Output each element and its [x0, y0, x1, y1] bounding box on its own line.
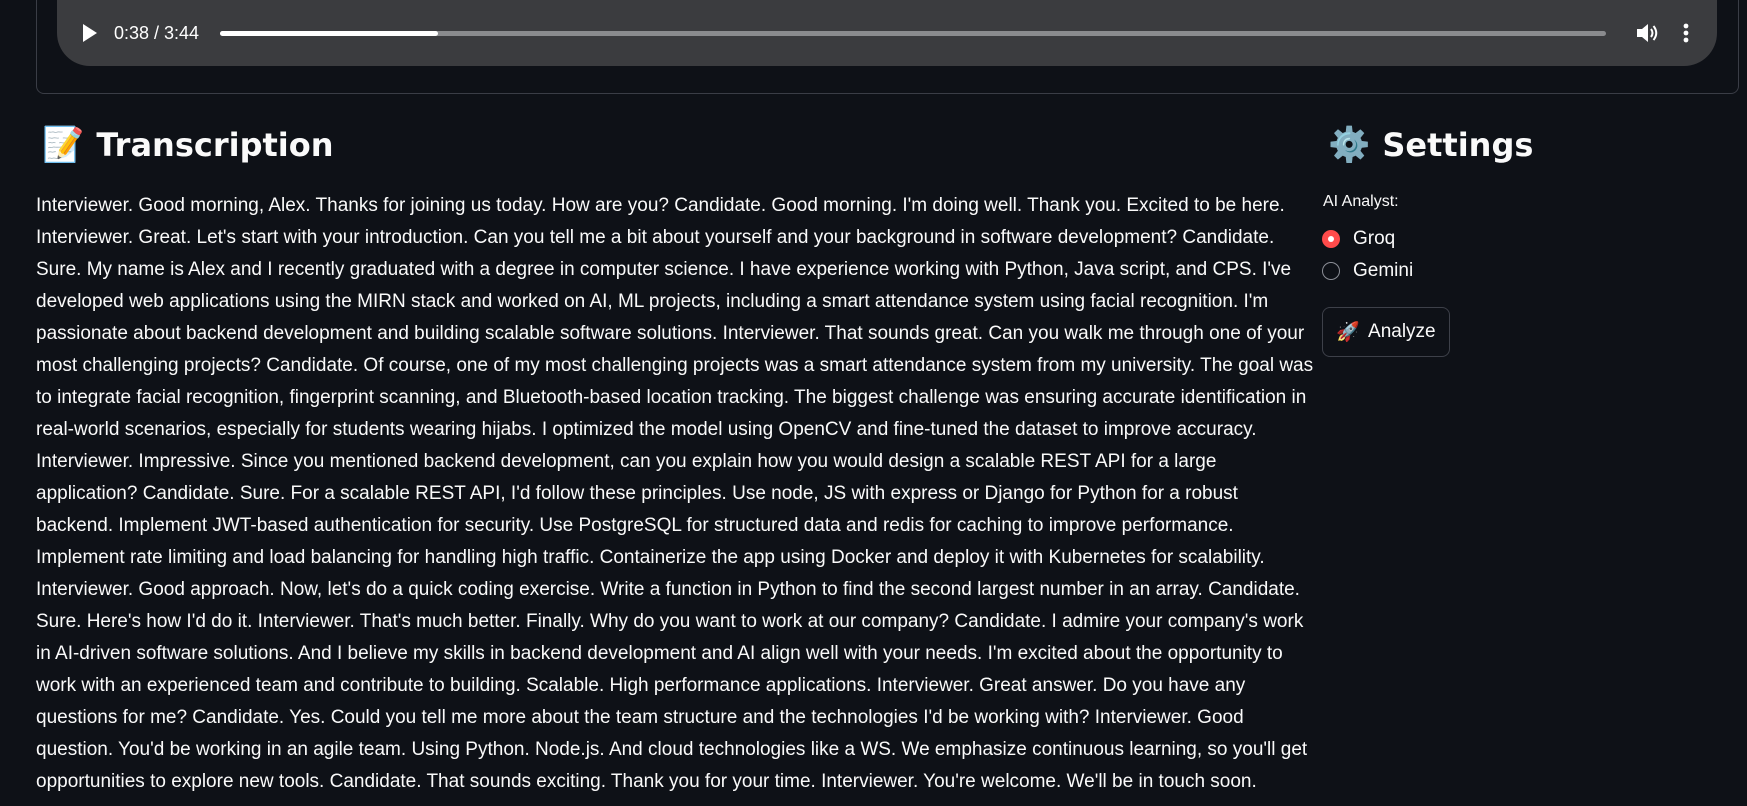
settings-title: Settings [1382, 126, 1534, 164]
analyze-button-label: Analyze [1368, 321, 1436, 342]
seek-bar[interactable] [220, 31, 1606, 36]
analyze-button[interactable]: 🚀 Analyze [1322, 307, 1450, 357]
volume-icon[interactable] [1634, 21, 1660, 45]
radio-unchecked-icon [1322, 262, 1340, 280]
ai-analyst-label: AI Analyst: [1323, 193, 1399, 210]
seek-progress [220, 31, 438, 36]
audio-player: 0:38 / 3:44 [57, 0, 1717, 66]
rocket-icon: 🚀 [1336, 322, 1361, 343]
radio-option-groq[interactable]: Groq [1322, 228, 1395, 250]
radio-option-gemini[interactable]: Gemini [1322, 260, 1413, 282]
memo-icon: 📝 [42, 125, 85, 165]
gear-icon: ⚙️ [1328, 125, 1371, 165]
settings-heading: ⚙️ Settings [1328, 126, 1533, 164]
transcript-text: Interviewer. Good morning, Alex. Thanks … [36, 195, 1314, 792]
play-icon[interactable] [80, 22, 100, 44]
app-page: 0:38 / 3:44 📝 Transcription Interviewer.… [0, 0, 1747, 806]
transcription-heading: 📝 Transcription [42, 126, 334, 164]
radio-checked-icon [1322, 230, 1340, 248]
transcription-title: Transcription [96, 126, 334, 164]
time-display: 0:38 / 3:44 [114, 23, 200, 43]
more-vertical-icon[interactable] [1680, 21, 1692, 45]
radio-label-gemini: Gemini [1353, 260, 1414, 281]
radio-label-groq: Groq [1353, 228, 1396, 249]
